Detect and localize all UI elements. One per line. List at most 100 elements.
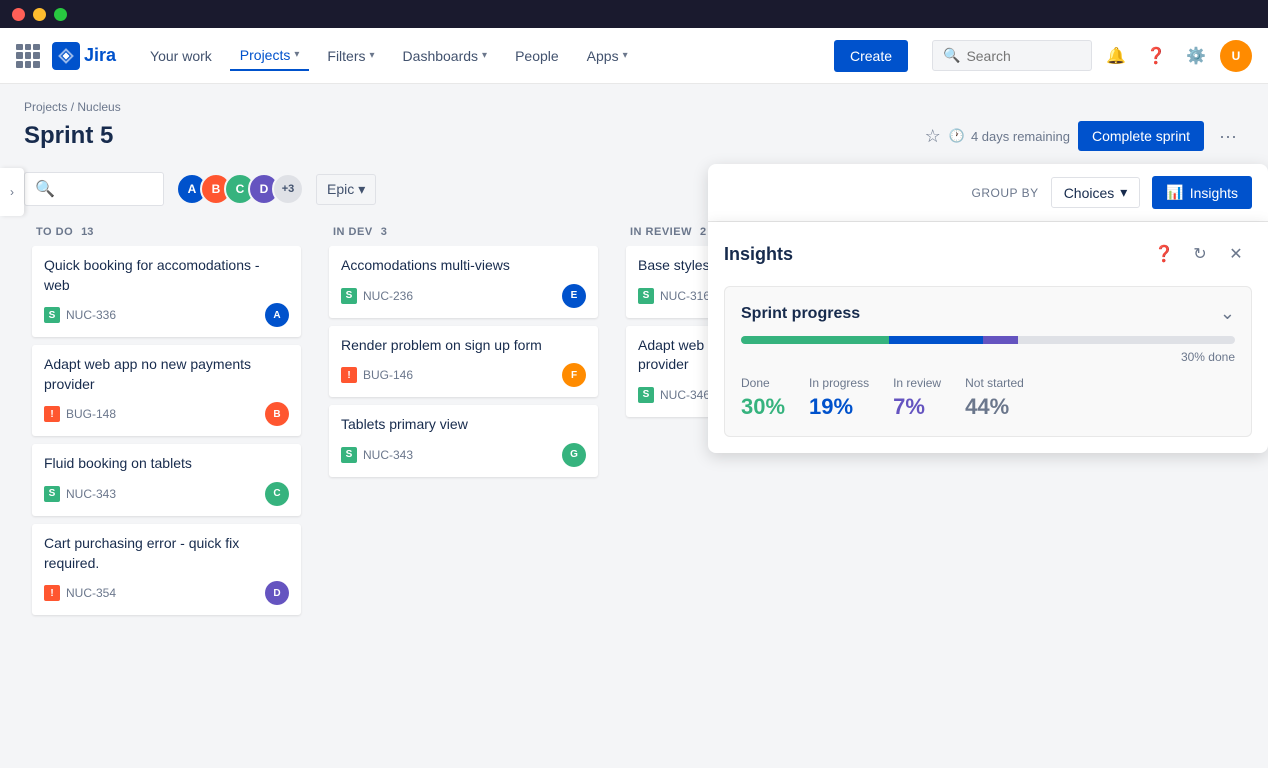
card-nuc-354-footer: ! NUC-354 D (44, 581, 289, 605)
stat-review-value: 7% (893, 394, 941, 420)
column-inreview-count: 2 (700, 226, 706, 238)
choices-button[interactable]: Choices ▾ (1051, 177, 1141, 208)
board-search-input[interactable] (61, 181, 141, 197)
issue-type-icon-story-2: S (44, 486, 60, 502)
app-switcher-icon[interactable] (16, 44, 40, 68)
card-nuc-354-avatar: D (265, 581, 289, 605)
nav-dashboards[interactable]: Dashboards ▾ (393, 42, 498, 70)
issue-id-bug-148: BUG-148 (66, 407, 116, 421)
maximize-button[interactable] (54, 8, 67, 21)
card-nuc-343-todo-footer: S NUC-343 C (44, 482, 289, 506)
user-avatar[interactable]: U (1220, 40, 1252, 72)
card-bug-148[interactable]: Adapt web app no new payments provider !… (32, 345, 301, 436)
insights-refresh-button[interactable]: ↻ (1184, 238, 1216, 270)
column-todo-count: 13 (81, 226, 93, 238)
create-button[interactable]: Create (834, 40, 908, 72)
column-indev-header: IN DEV 3 (321, 214, 606, 246)
sidebar-toggle[interactable]: › (0, 168, 24, 216)
card-nuc-336-footer: S NUC-336 A (44, 303, 289, 327)
epic-filter-button[interactable]: Epic ▾ (316, 174, 376, 205)
epic-label: Epic (327, 181, 354, 197)
stat-review: In review 7% (893, 376, 941, 420)
insights-panel-title: Insights (724, 244, 793, 265)
card-nuc-336-title: Quick booking for accomodations - web (44, 256, 289, 295)
jira-logo-icon (52, 42, 80, 70)
avatar-count[interactable]: +3 (272, 173, 304, 205)
stat-done: Done 30% (741, 376, 785, 420)
search-bar[interactable]: 🔍 (932, 40, 1092, 71)
insights-close-button[interactable]: ✕ (1220, 238, 1252, 270)
stat-inprogress-value: 19% (809, 394, 869, 420)
progress-done-segment (741, 336, 889, 344)
insights-tab-button[interactable]: 📊 Insights (1152, 176, 1252, 209)
help-button[interactable]: ❓ (1140, 40, 1172, 72)
sprint-progress-card: Sprint progress ⌄ 30% done Done 30% (724, 286, 1252, 437)
stat-done-value: 30% (741, 394, 785, 420)
insights-panel-header: Insights ❓ ↻ ✕ (724, 238, 1252, 270)
nav-apps[interactable]: Apps ▾ (577, 42, 638, 70)
board-search[interactable]: 🔍 (24, 172, 164, 206)
card-nuc-236-meta: S NUC-236 (341, 288, 413, 304)
stat-review-label: In review (893, 376, 941, 390)
insights-chart-icon: 📊 (1166, 184, 1183, 201)
card-bug-148-title: Adapt web app no new payments provider (44, 355, 289, 394)
board-search-icon: 🔍 (35, 179, 55, 199)
card-bug-146[interactable]: Render problem on sign up form ! BUG-146… (329, 326, 598, 398)
issue-id-nuc-346: NUC-346 (660, 388, 710, 402)
issue-type-icon-story-5: S (638, 288, 654, 304)
days-remaining-text: 4 days remaining (971, 129, 1070, 144)
card-nuc-236[interactable]: Accomodations multi-views S NUC-236 E (329, 246, 598, 318)
nav-people[interactable]: People (505, 42, 569, 70)
stat-notstarted: Not started 44% (965, 376, 1024, 420)
jira-logo[interactable]: Jira (52, 42, 116, 70)
insights-overlay: GROUP BY Choices ▾ 📊 Insights Insights ❓… (708, 164, 1268, 453)
card-nuc-336[interactable]: Quick booking for accomodations - web S … (32, 246, 301, 337)
card-bug-146-avatar: F (562, 363, 586, 387)
breadcrumb-projects[interactable]: Projects (24, 100, 67, 114)
nav-filters[interactable]: Filters ▾ (317, 42, 384, 70)
card-nuc-343-dev-avatar: G (562, 443, 586, 467)
card-nuc-343-avatar: C (265, 482, 289, 506)
card-nuc-343-dev-title: Tablets primary view (341, 415, 586, 435)
notifications-button[interactable]: 🔔 (1100, 40, 1132, 72)
settings-button[interactable]: ⚙️ (1180, 40, 1212, 72)
projects-chevron-icon: ▾ (294, 49, 299, 60)
breadcrumb-nucleus[interactable]: Nucleus (77, 100, 120, 114)
stat-inprogress-label: In progress (809, 376, 869, 390)
close-button[interactable] (12, 8, 25, 21)
issue-type-icon-bug-3: ! (341, 367, 357, 383)
titlebar (0, 0, 1268, 28)
sprint-progress-title: Sprint progress (741, 305, 860, 323)
card-bug-148-avatar: B (265, 402, 289, 426)
stat-inprogress: In progress 19% (809, 376, 869, 420)
column-indev-count: 3 (381, 226, 387, 238)
nav-projects[interactable]: Projects ▾ (230, 41, 310, 71)
card-bug-146-meta: ! BUG-146 (341, 367, 413, 383)
card-nuc-354-title: Cart purchasing error - quick fix requir… (44, 534, 289, 573)
issue-id-nuc-343-dev: NUC-343 (363, 448, 413, 462)
issue-type-icon-story: S (44, 307, 60, 323)
sprint-progress-expand-button[interactable]: ⌄ (1220, 303, 1235, 324)
minimize-button[interactable] (33, 8, 46, 21)
card-nuc-343-todo[interactable]: Fluid booking on tablets S NUC-343 C (32, 444, 301, 516)
page-title: Sprint 5 (24, 122, 113, 150)
more-actions-button[interactable]: ··· (1212, 120, 1244, 152)
issue-type-icon-story-6: S (638, 387, 654, 403)
issue-type-icon-story-4: S (341, 447, 357, 463)
card-bug-148-footer: ! BUG-148 B (44, 402, 289, 426)
search-icon: 🔍 (943, 47, 960, 64)
main-content: › Projects / Nucleus Sprint 5 ☆ 🕐 4 days… (0, 84, 1268, 768)
avatar-stack: A B C D +3 (176, 173, 304, 205)
jira-logo-text: Jira (84, 45, 116, 66)
nav-your-work[interactable]: Your work (140, 42, 222, 70)
insights-help-button[interactable]: ❓ (1148, 238, 1180, 270)
progress-review-segment (983, 336, 1018, 344)
card-nuc-343-dev[interactable]: Tablets primary view S NUC-343 G (329, 405, 598, 477)
complete-sprint-button[interactable]: Complete sprint (1078, 121, 1204, 151)
search-input[interactable] (966, 48, 1066, 64)
star-button[interactable]: ☆ (925, 126, 941, 147)
card-nuc-354[interactable]: Cart purchasing error - quick fix requir… (32, 524, 301, 615)
issue-id-nuc-343: NUC-343 (66, 487, 116, 501)
card-nuc-336-avatar: A (265, 303, 289, 327)
issue-id-nuc-336: NUC-336 (66, 308, 116, 322)
